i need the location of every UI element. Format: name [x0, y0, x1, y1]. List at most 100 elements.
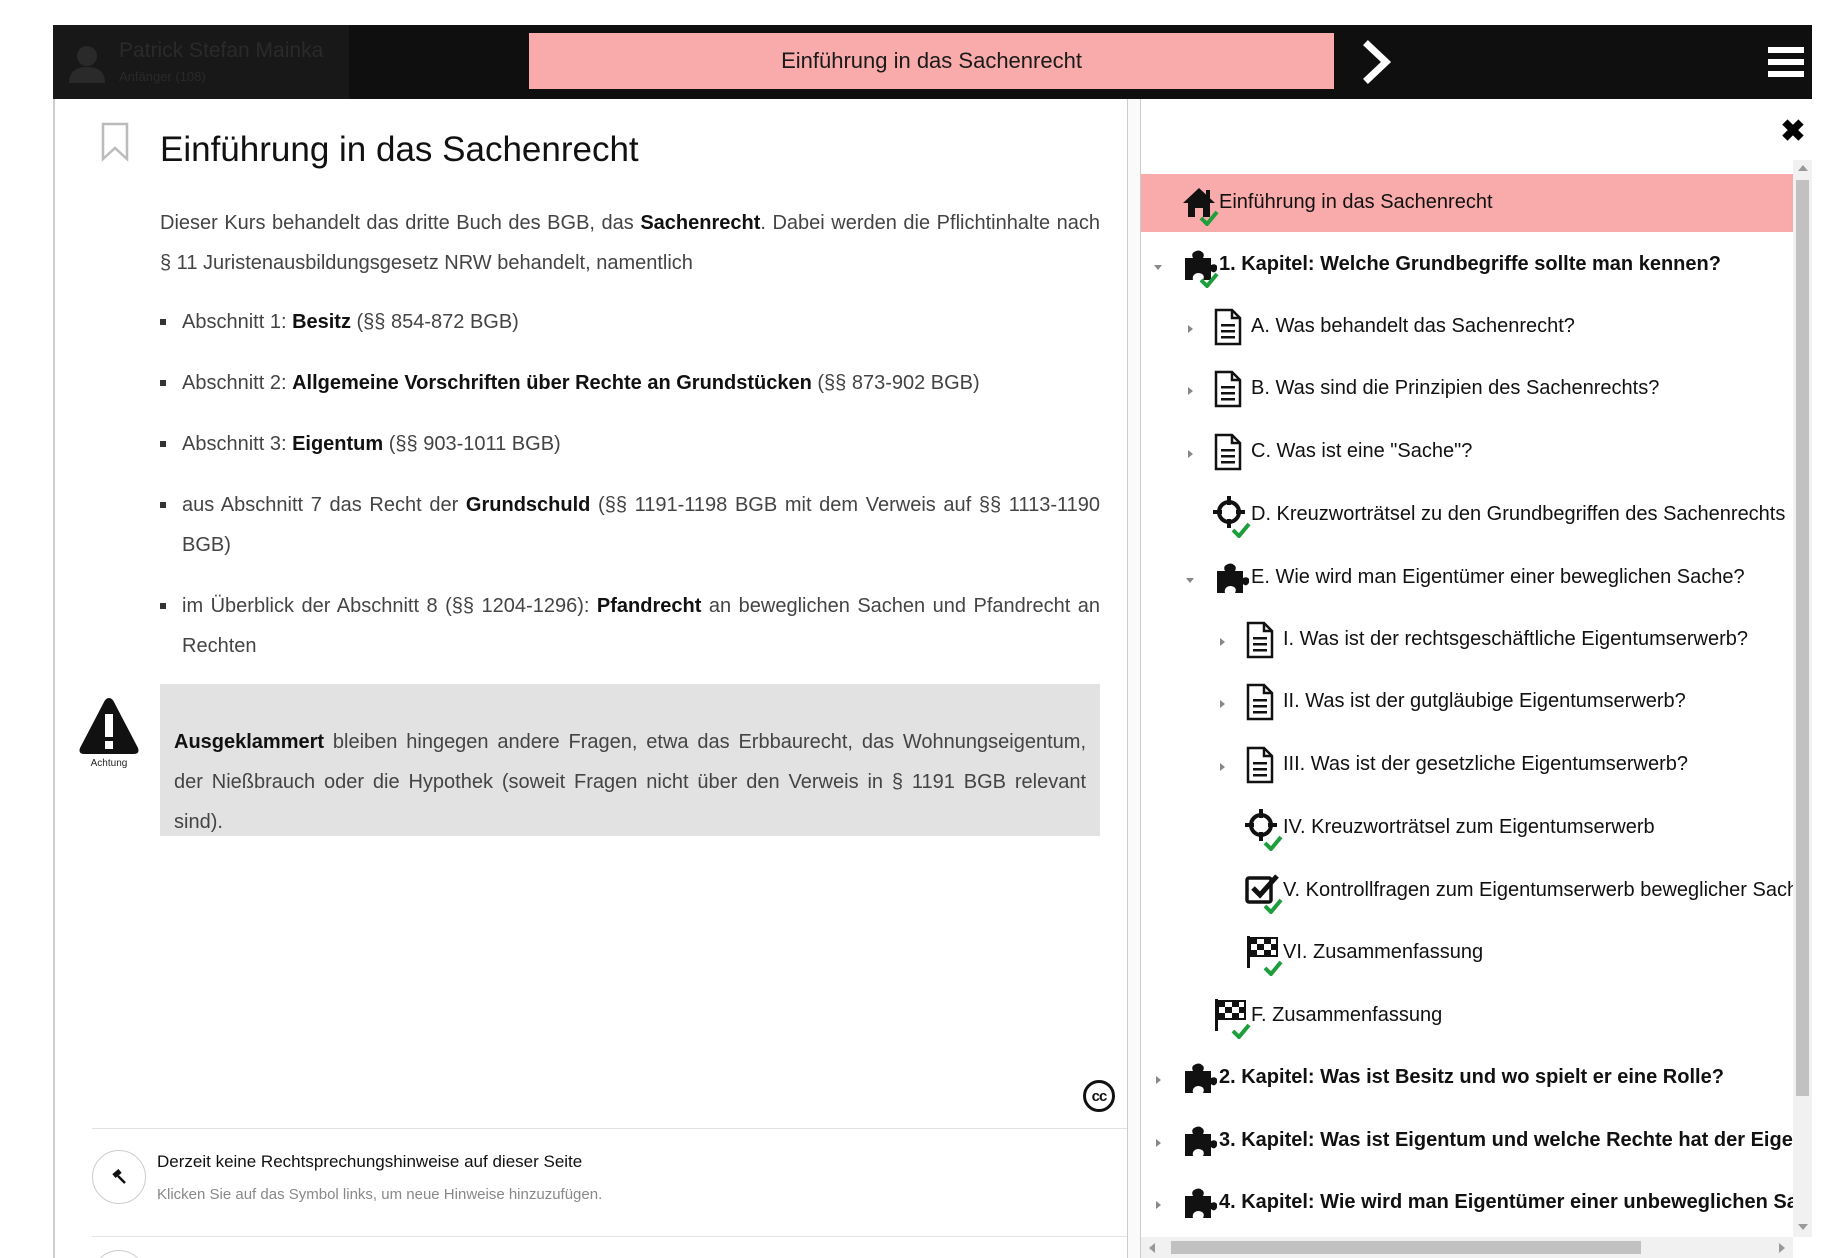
caret-right-icon[interactable] [1185, 446, 1195, 458]
nav-item[interactable]: Einführung in das Sachenrecht [1141, 174, 1793, 232]
completed-check-icon [1231, 522, 1251, 539]
completed-check-icon [1263, 960, 1283, 977]
caret-right-icon[interactable] [1185, 321, 1195, 333]
bookmark-icon[interactable] [100, 122, 130, 162]
nav-item[interactable]: 3. Kapitel: Was ist Eigentum und welche … [1141, 1112, 1793, 1170]
caret-down-icon[interactable] [1185, 572, 1195, 583]
user-name: Patrick Stefan Mainka [119, 39, 324, 62]
document-icon [1245, 621, 1281, 661]
nav-item[interactable]: III. Was ist der gesetzliche Eigentumser… [1141, 736, 1793, 794]
caret-right-icon[interactable] [1217, 634, 1227, 646]
nav-item[interactable]: 2. Kapitel: Was ist Besitz und wo spielt… [1141, 1049, 1793, 1107]
list-item-bold: Grundschuld [465, 494, 591, 516]
case-law-hint: Klicken Sie auf das Symbol links, um neu… [157, 1186, 603, 1203]
list-item-text: Abschnitt 3: [182, 433, 293, 455]
list-item-text: Abschnitt 1: [182, 311, 293, 333]
caret-right-icon[interactable] [1153, 1197, 1163, 1209]
add-case-law-button[interactable] [92, 1150, 146, 1204]
nav-item[interactable]: C. Was ist eine "Sache"? [1141, 423, 1793, 481]
caret-right-icon[interactable] [1217, 696, 1227, 708]
list-item: im Überblick der Abschnitt 8 (§§ 1204-12… [160, 586, 1100, 666]
list-item-bold: Besitz [292, 311, 351, 333]
caret-right-icon[interactable] [1153, 1135, 1163, 1147]
nav-item-label: III. Was ist der gesetzliche Eigentumser… [1283, 753, 1688, 775]
case-law-status: Derzeit keine Rechtsprechungshinweise au… [157, 1152, 583, 1171]
panel-divider[interactable] [1127, 99, 1141, 1258]
nav-item-label: Einführung in das Sachenrecht [1219, 191, 1493, 213]
nav-item[interactable]: II. Was ist der gutgläubige Eigentumserw… [1141, 673, 1793, 731]
next-page-icon[interactable] [1358, 39, 1398, 85]
nav-item-label: V. Kontrollfragen zum Eigentumserwerb be… [1283, 879, 1793, 901]
hamburger-menu-icon[interactable] [1768, 45, 1804, 79]
nav-item-label: II. Was ist der gutgläubige Eigentumserw… [1283, 690, 1686, 712]
warning-label: Achtung [90, 758, 128, 769]
nav-item[interactable]: I. Was ist der rechtsgeschäftliche Eigen… [1141, 611, 1793, 669]
nav-item-label: 1. Kapitel: Welche Grundbegriffe sollte … [1219, 253, 1721, 275]
scroll-down-arrow-icon[interactable] [1798, 1224, 1808, 1230]
add-literature-button[interactable] [92, 1250, 146, 1258]
nav-item-label: B. Was sind die Prinzipien des Sachenrec… [1251, 377, 1660, 399]
scroll-left-arrow-icon[interactable] [1149, 1243, 1155, 1253]
nav-item-label: C. Was ist eine "Sache"? [1251, 440, 1473, 462]
caret-right-icon[interactable] [1185, 383, 1195, 395]
vertical-scrollbar[interactable] [1793, 160, 1812, 1237]
scroll-up-arrow-icon[interactable] [1798, 165, 1808, 171]
list-item-reference: (§§ 903-1011 BGB) [383, 433, 561, 455]
nav-item[interactable]: V. Kontrollfragen zum Eigentumserwerb be… [1141, 862, 1793, 920]
user-profile[interactable]: Patrick Stefan Mainka Anfänger (108) [53, 25, 349, 99]
list-item-reference: (§§ 873-902 BGB) [811, 372, 980, 394]
horizontal-scrollbar-thumb[interactable] [1171, 1241, 1641, 1254]
document-icon [1213, 370, 1249, 410]
nav-item[interactable]: IV. Kreuzworträtsel zum Eigentumserwerb [1141, 799, 1793, 857]
nav-item-label: I. Was ist der rechtsgeschäftliche Eigen… [1283, 628, 1749, 650]
user-rank: Anfänger (108) [119, 69, 206, 84]
nav-item-label: VI. Zusammenfassung [1283, 941, 1484, 963]
caret-right-icon[interactable] [1153, 1072, 1163, 1084]
scroll-right-arrow-icon[interactable] [1779, 1243, 1785, 1253]
course-title-banner[interactable]: Einführung in das Sachenrecht [529, 33, 1334, 89]
page-title: Einführung in das Sachenrecht [160, 130, 639, 169]
completed-check-icon [1199, 272, 1219, 289]
nav-item[interactable]: VI. Zusammenfassung [1141, 924, 1793, 982]
nav-item-label: D. Kreuzworträtsel zu den Grundbegriffen… [1251, 503, 1786, 525]
warning-text: Ausgeklammert bleiben hingegen andere Fr… [174, 722, 1086, 842]
top-bar: Patrick Stefan Mainka Anfänger (108) Ein… [53, 25, 1812, 99]
document-icon [1245, 683, 1281, 723]
separator [92, 1236, 1127, 1237]
vertical-scrollbar-thumb[interactable] [1796, 180, 1809, 1096]
nav-item-label: 2. Kapitel: Was ist Besitz und wo spielt… [1219, 1066, 1724, 1088]
intro-text: Dieser Kurs behandelt das dritte Buch de… [160, 212, 641, 234]
gavel-icon [112, 1169, 126, 1184]
list-item: Abschnitt 3: Eigentum (§§ 903-1011 BGB) [160, 424, 1100, 464]
nav-item[interactable]: F. Zusammenfassung [1141, 987, 1793, 1045]
list-item-bold: Allgemeine Vorschriften über Rechte an G… [292, 372, 812, 394]
list-item: Abschnitt 2: Allgemeine Vorschriften übe… [160, 363, 1100, 403]
caret-right-icon[interactable] [1217, 759, 1227, 771]
nav-item[interactable]: 1. Kapitel: Welche Grundbegriffe sollte … [1141, 236, 1793, 294]
user-avatar-icon [69, 46, 105, 83]
nav-item-label: A. Was behandelt das Sachenrecht? [1251, 315, 1575, 337]
nav-item[interactable]: D. Kreuzworträtsel zu den Grundbegriffen… [1141, 486, 1793, 544]
completed-check-icon [1263, 835, 1283, 852]
nav-item[interactable]: 4. Kapitel: Wie wird man Eigentümer eine… [1141, 1174, 1793, 1232]
puzzle-icon [1213, 559, 1249, 599]
completed-check-icon [1231, 1023, 1251, 1040]
close-panel-button[interactable]: ✖ [1778, 117, 1808, 147]
nav-item[interactable]: B. Was sind die Prinzipien des Sachenrec… [1141, 360, 1793, 418]
topic-list: Abschnitt 1: Besitz (§§ 854-872 BGB) Abs… [160, 302, 1100, 687]
creative-commons-icon[interactable]: cc [1083, 1080, 1115, 1112]
nav-item-label: IV. Kreuzworträtsel zum Eigentumserwerb [1283, 816, 1655, 838]
intro-bold-text: Sachenrecht [640, 212, 761, 234]
nav-item[interactable]: E. Wie wird man Eigentümer einer bewegli… [1141, 549, 1793, 607]
nav-item[interactable]: A. Was behandelt das Sachenrecht? [1141, 298, 1793, 356]
puzzle-icon [1181, 1184, 1217, 1224]
horizontal-scrollbar[interactable] [1141, 1237, 1793, 1258]
caret-down-icon[interactable] [1153, 259, 1163, 270]
document-icon [1213, 308, 1249, 348]
intro-paragraph: Dieser Kurs behandelt das dritte Buch de… [160, 203, 1100, 283]
nav-item-label: F. Zusammenfassung [1251, 1004, 1443, 1026]
list-item-bold: Eigentum [292, 433, 384, 455]
puzzle-icon [1181, 1059, 1217, 1099]
list-item-bold: Pfandrecht [596, 595, 702, 617]
document-icon [1213, 433, 1249, 473]
